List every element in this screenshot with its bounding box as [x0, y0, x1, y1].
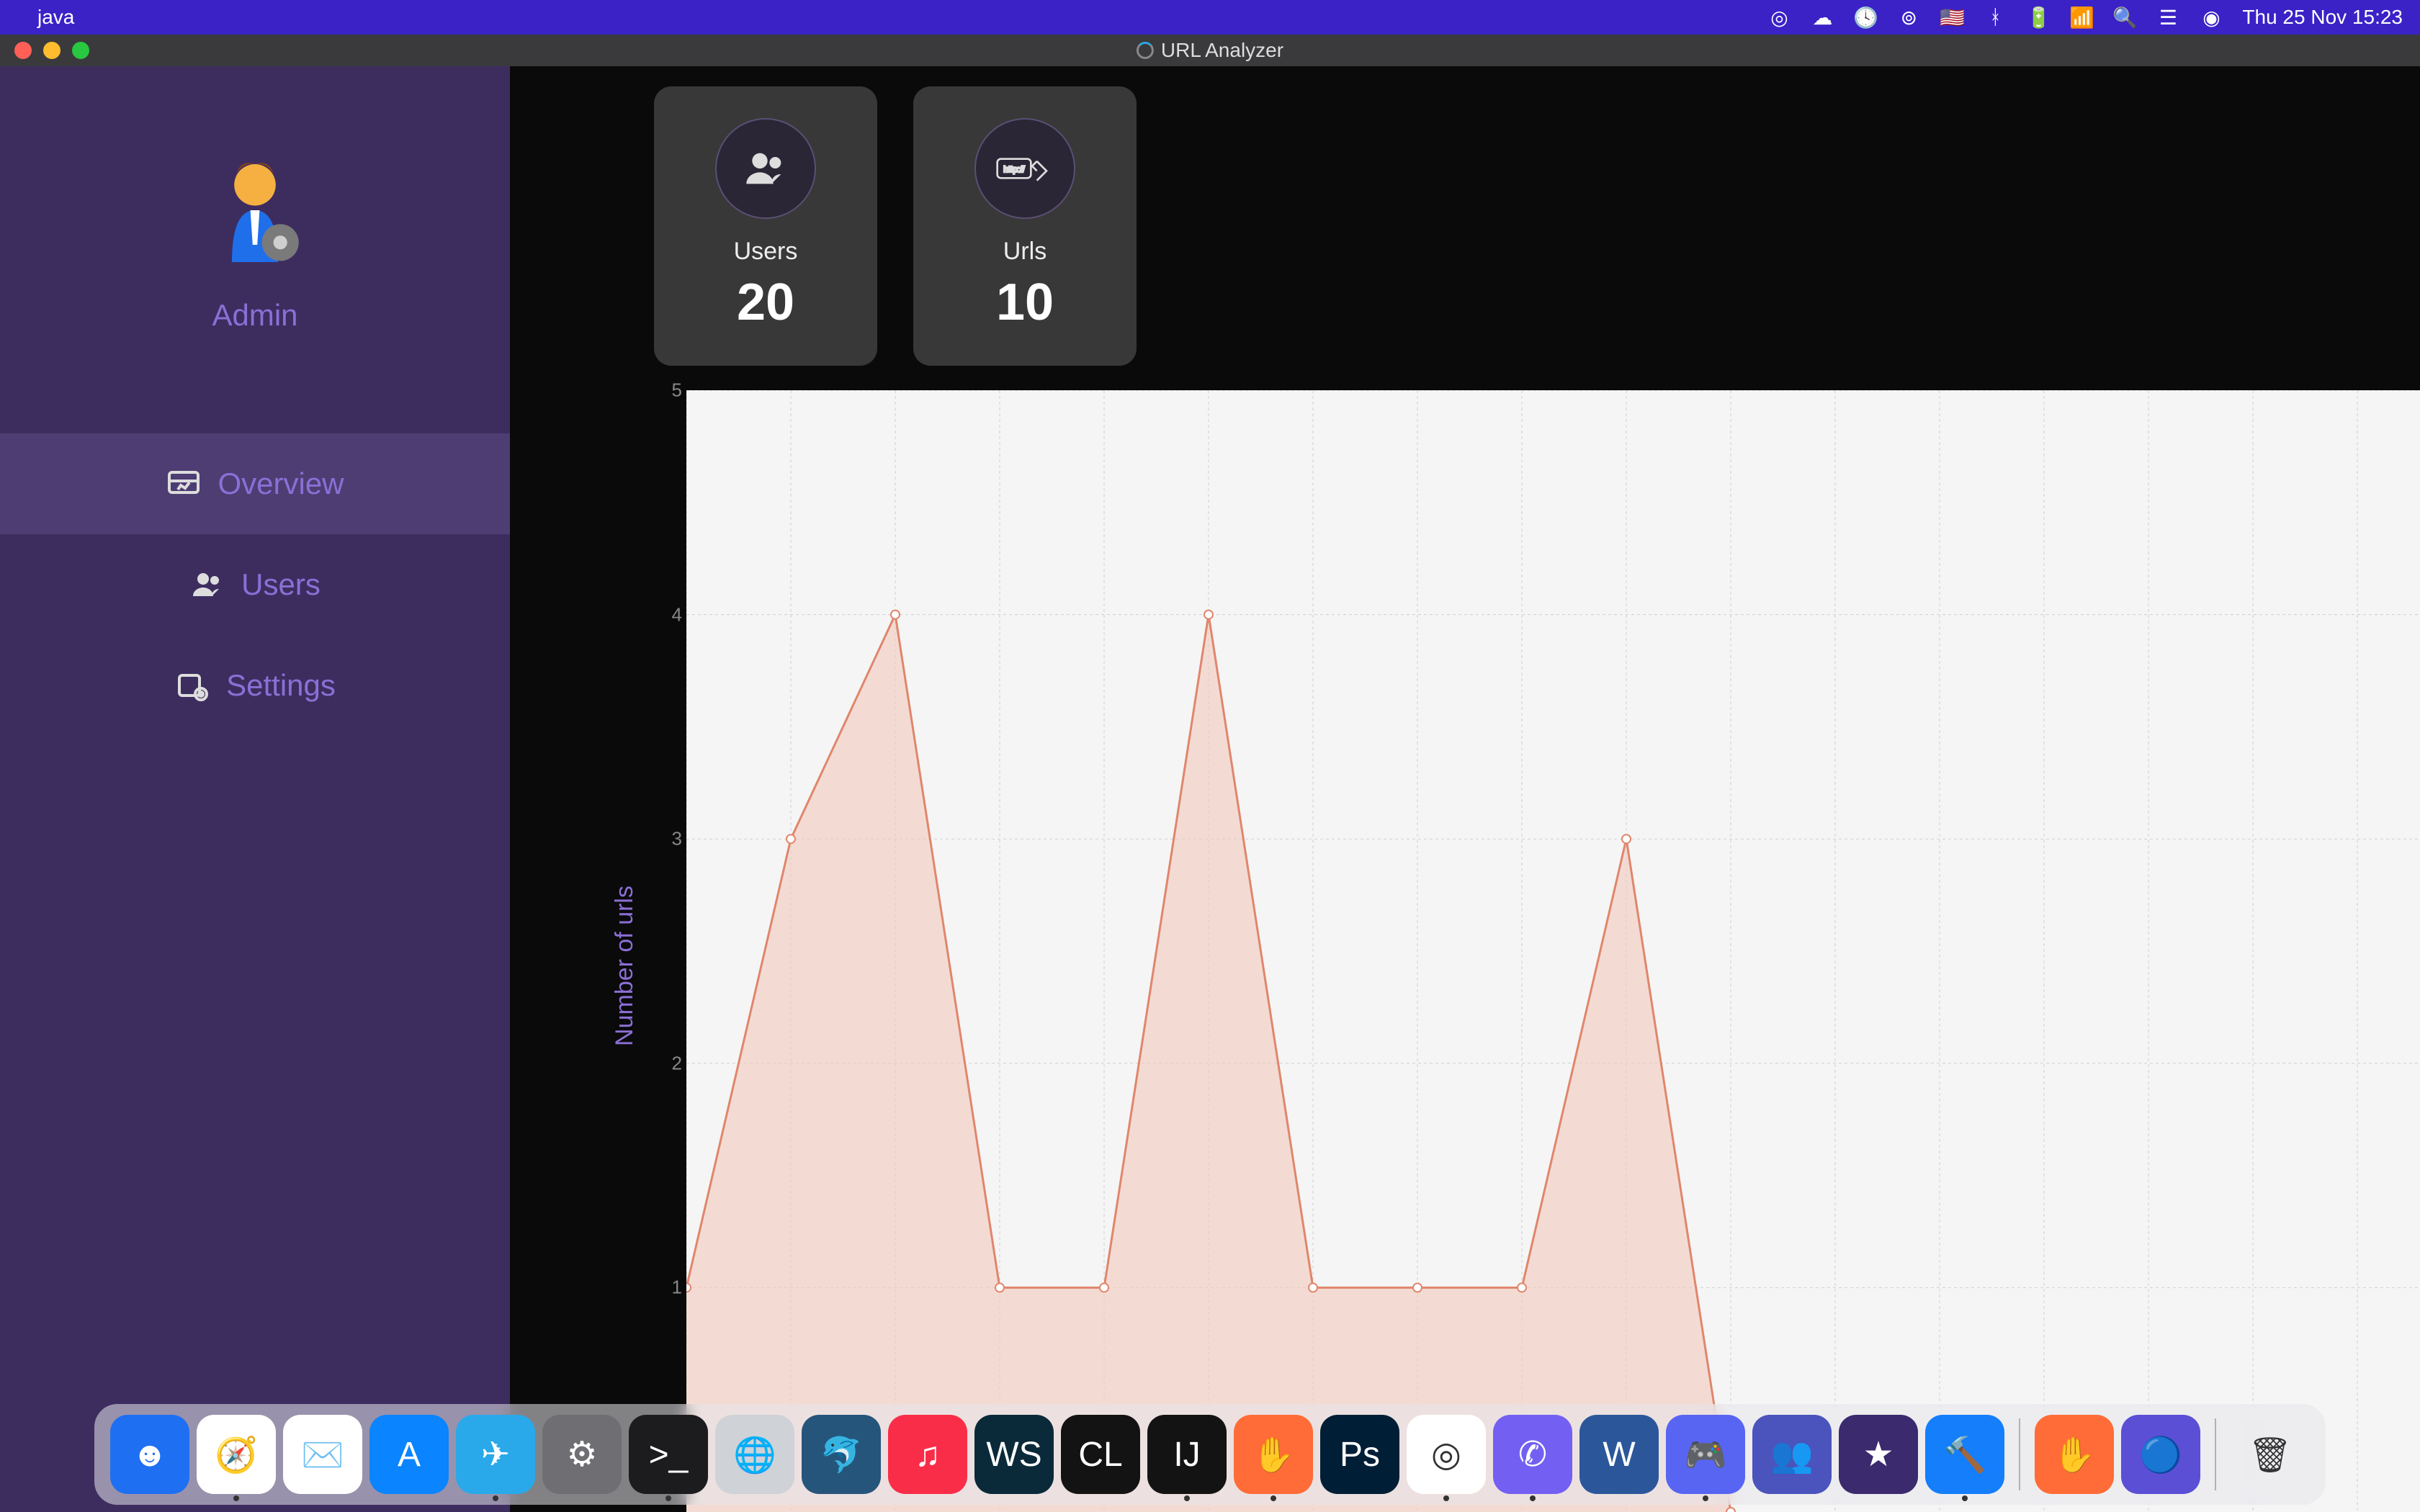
menubar-datetime[interactable]: Thu 25 Nov 15:23 — [2242, 6, 2403, 29]
dock-item-word[interactable]: W — [1579, 1415, 1659, 1494]
menubar-input-source-icon[interactable]: 🇺🇸 — [1940, 5, 1964, 30]
dock-item-finder[interactable]: ☻ — [110, 1415, 189, 1494]
menubar-spotlight-icon[interactable]: 🔍 — [2112, 5, 2137, 30]
overview-icon — [166, 466, 202, 502]
stat-card-users: Users 20 — [654, 86, 877, 366]
sidebar-item-users[interactable]: Users — [0, 534, 510, 635]
sidebar-item-label: Users — [241, 567, 321, 602]
dock-item-discord[interactable]: 🎮 — [1666, 1415, 1745, 1494]
dock-item-app-store[interactable]: A — [369, 1415, 449, 1494]
settings-icon — [174, 667, 210, 703]
menubar-bluetooth-icon[interactable]: ᚼ — [1983, 5, 2007, 30]
svg-text:http://: http:// — [1003, 165, 1025, 174]
dock-item-safari-tp[interactable]: 🔵 — [2121, 1415, 2200, 1494]
macos-dock[interactable]: ☻🧭✉️A✈⚙>_🌐🐬♫WSCLIJ✋Ps◎✆W🎮👥★🔨✋🔵🗑 — [94, 1404, 2326, 1505]
dock-item-chrome[interactable]: ◎ — [1407, 1415, 1486, 1494]
chart-y-tick: 3 — [672, 828, 682, 850]
dock-item-mail[interactable]: ✉️ — [283, 1415, 362, 1494]
stat-card-value: 20 — [737, 273, 794, 332]
dock-item-apple-music[interactable]: ♫ — [888, 1415, 967, 1494]
window-zoom-button[interactable] — [72, 42, 89, 59]
stat-card-value: 10 — [996, 273, 1054, 332]
loading-spinner-icon — [1137, 42, 1154, 59]
chart-y-tick: 4 — [672, 603, 682, 626]
users-icon — [189, 567, 225, 603]
dock-item-mysql-wb[interactable]: 🐬 — [802, 1415, 881, 1494]
dock-item-system-prefs[interactable]: ⚙ — [542, 1415, 622, 1494]
dock-item-imovie[interactable]: ★ — [1839, 1415, 1918, 1494]
dock-item-safari[interactable]: 🧭 — [197, 1415, 276, 1494]
sidebar-user-label: Admin — [212, 298, 297, 333]
dock-item-viber[interactable]: ✆ — [1493, 1415, 1572, 1494]
dock-item-telegram[interactable]: ✈ — [456, 1415, 535, 1494]
menubar-wifi-icon[interactable]: 📶 — [2069, 5, 2094, 30]
menubar-siri-icon[interactable]: ◉ — [2199, 5, 2223, 30]
dock-item-postman-2[interactable]: ✋ — [2035, 1415, 2114, 1494]
dock-item-google-earth[interactable]: 🌐 — [715, 1415, 794, 1494]
menubar-control-center-icon[interactable]: ☰ — [2156, 5, 2180, 30]
sidebar-item-label: Overview — [218, 467, 344, 501]
dock-item-clion[interactable]: CL — [1061, 1415, 1140, 1494]
menubar-orbit-icon[interactable]: ◎ — [1767, 5, 1791, 30]
urls-card-icon: http:// — [974, 118, 1075, 219]
users-card-icon — [715, 118, 816, 219]
chart: Number of urls 12345 — [611, 390, 2420, 1512]
chart-y-axis-label: Number of urls — [611, 857, 639, 1046]
dock-item-terminal[interactable]: >_ — [629, 1415, 708, 1494]
menubar-shazam-icon[interactable]: ⊚ — [1896, 5, 1921, 30]
sidebar-item-settings[interactable]: Settings — [0, 635, 510, 736]
sidebar-item-overview[interactable]: Overview — [0, 433, 510, 534]
dock-separator — [2215, 1418, 2216, 1490]
dock-item-webstorm[interactable]: WS — [974, 1415, 1054, 1494]
sidebar: Admin Overview Users — [0, 66, 510, 1512]
window-close-button[interactable] — [14, 42, 32, 59]
sidebar-item-label: Settings — [226, 668, 336, 703]
menubar-clock-icon[interactable]: 🕓 — [1853, 5, 1878, 30]
macos-menubar[interactable]: java ◎ ☁ 🕓 ⊚ 🇺🇸 ᚼ 🔋 📶 🔍 ☰ ◉ Thu 25 Nov 1… — [0, 0, 2420, 35]
main-area: Users 20 http:// Urls 10 Number of urls — [510, 66, 2420, 1512]
admin-avatar-icon — [197, 153, 313, 268]
window-titlebar[interactable]: URL Analyzer — [0, 35, 2420, 66]
dock-item-intellij[interactable]: IJ — [1147, 1415, 1227, 1494]
dock-item-postman[interactable]: ✋ — [1234, 1415, 1313, 1494]
dock-separator — [2019, 1418, 2020, 1490]
app-window: URL Analyzer Admin — [0, 35, 2420, 1512]
chart-y-tick: 5 — [672, 379, 682, 402]
chart-y-tick: 2 — [672, 1052, 682, 1074]
window-title-text: URL Analyzer — [1161, 39, 1283, 62]
dock-item-xcode[interactable]: 🔨 — [1925, 1415, 2004, 1494]
menubar-app-name[interactable]: java — [37, 6, 74, 29]
stat-card-label: Urls — [1003, 238, 1047, 266]
dock-item-trash[interactable]: 🗑 — [2231, 1415, 2310, 1494]
menubar-cloud-icon[interactable]: ☁ — [1810, 5, 1834, 30]
dock-item-teams[interactable]: 👥 — [1752, 1415, 1832, 1494]
dock-item-photoshop[interactable]: Ps — [1320, 1415, 1399, 1494]
stat-card-urls: http:// Urls 10 — [913, 86, 1137, 366]
chart-y-tick: 1 — [672, 1277, 682, 1299]
stat-card-label: Users — [734, 238, 798, 266]
window-minimize-button[interactable] — [43, 42, 60, 59]
menubar-battery-icon[interactable]: 🔋 — [2026, 5, 2051, 30]
